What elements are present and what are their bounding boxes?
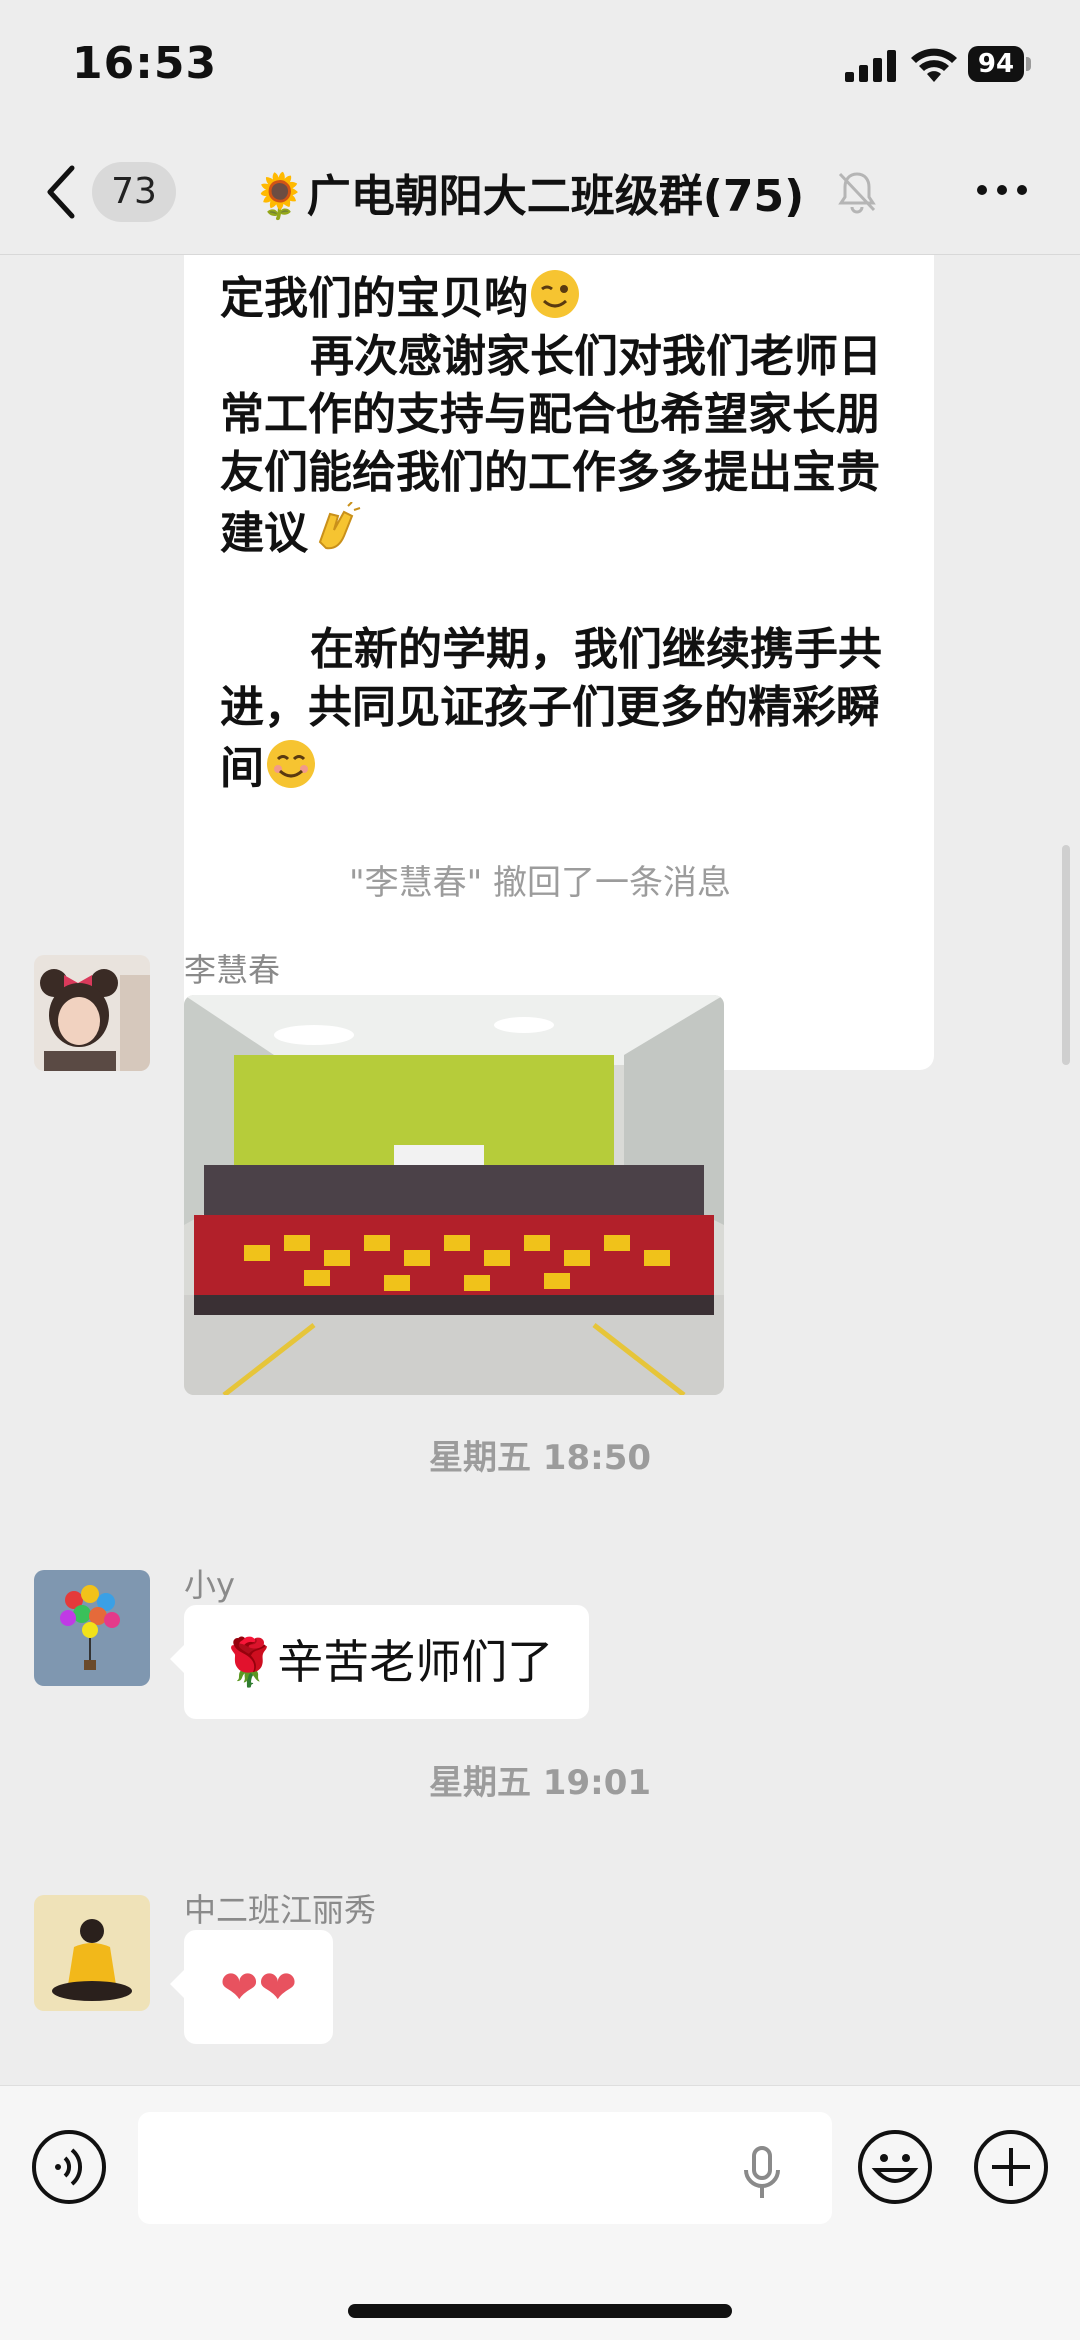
microphone-icon[interactable]	[742, 2146, 782, 2200]
back-arrow-icon[interactable]	[42, 162, 82, 222]
message-bubble[interactable]: 🌹辛苦老师们了	[169, 1605, 590, 1719]
plus-icon[interactable]	[972, 2128, 1050, 2206]
input-toolbar	[0, 2085, 1080, 2340]
timestamp: 星期五 18:50	[428, 1438, 652, 1478]
home-indicator	[348, 2304, 732, 2318]
voice-input-icon[interactable]	[30, 2128, 108, 2206]
battery-icon: 94	[968, 46, 1031, 82]
sender-name: 李慧春	[184, 951, 281, 989]
message-bubble[interactable]: ❤❤	[169, 1930, 334, 2044]
girl-avatar-icon	[34, 955, 150, 1071]
chat-header: 73 🌻广电朝阳大二班级群(75)	[0, 130, 1080, 255]
status-bar: 16:53 94	[0, 0, 1080, 130]
chat-title: 🌻广电朝阳大二班级群(75)	[252, 171, 805, 222]
avatar[interactable]	[34, 955, 150, 1071]
cellular-signal-icon	[845, 50, 896, 82]
battery-level: 94	[968, 46, 1024, 82]
wink-emoji-icon	[531, 270, 579, 318]
group-photo-image[interactable]	[184, 995, 724, 1395]
status-time: 16:53	[72, 38, 218, 89]
recall-notice: "李慧春" 撤回了一条消息	[348, 863, 732, 903]
clapping-hands-emoji-icon	[318, 502, 361, 550]
mute-bell-icon	[838, 172, 876, 214]
person-avatar-icon	[34, 1895, 150, 2011]
chat-message-list[interactable]: 定我们的宝贝哟 再次感谢家长们对我们老师日常工作的支持与配合也希望家长朋友们能给…	[0, 255, 1080, 2085]
scrollbar[interactable]	[1062, 845, 1070, 1065]
sender-name: 中二班江丽秀	[184, 1891, 377, 1929]
message-input[interactable]	[138, 2112, 832, 2224]
announcement-paragraph: 在新的学期，我们继续携手共进，共同见证孩子们更多的精彩瞬间	[220, 624, 882, 794]
more-options-icon[interactable]	[974, 182, 1030, 198]
emoji-icon[interactable]	[856, 2128, 934, 2206]
announcement-message-bubble[interactable]: 定我们的宝贝哟 再次感谢家长们对我们老师日常工作的支持与配合也希望家长朋友们能给…	[184, 255, 934, 1070]
sender-name: 小y	[184, 1566, 235, 1604]
avatar[interactable]	[34, 1570, 150, 1686]
class-group-photo	[184, 995, 724, 1395]
avatar[interactable]	[34, 1895, 150, 2011]
announcement-line: 定我们的宝贝哟	[220, 273, 528, 324]
timestamp: 星期五 19:01	[428, 1763, 652, 1803]
wifi-icon	[911, 48, 957, 82]
unread-count-badge[interactable]: 73	[92, 162, 176, 222]
balloons-avatar-icon	[34, 1570, 150, 1686]
smiling-face-emoji-icon	[267, 740, 315, 788]
